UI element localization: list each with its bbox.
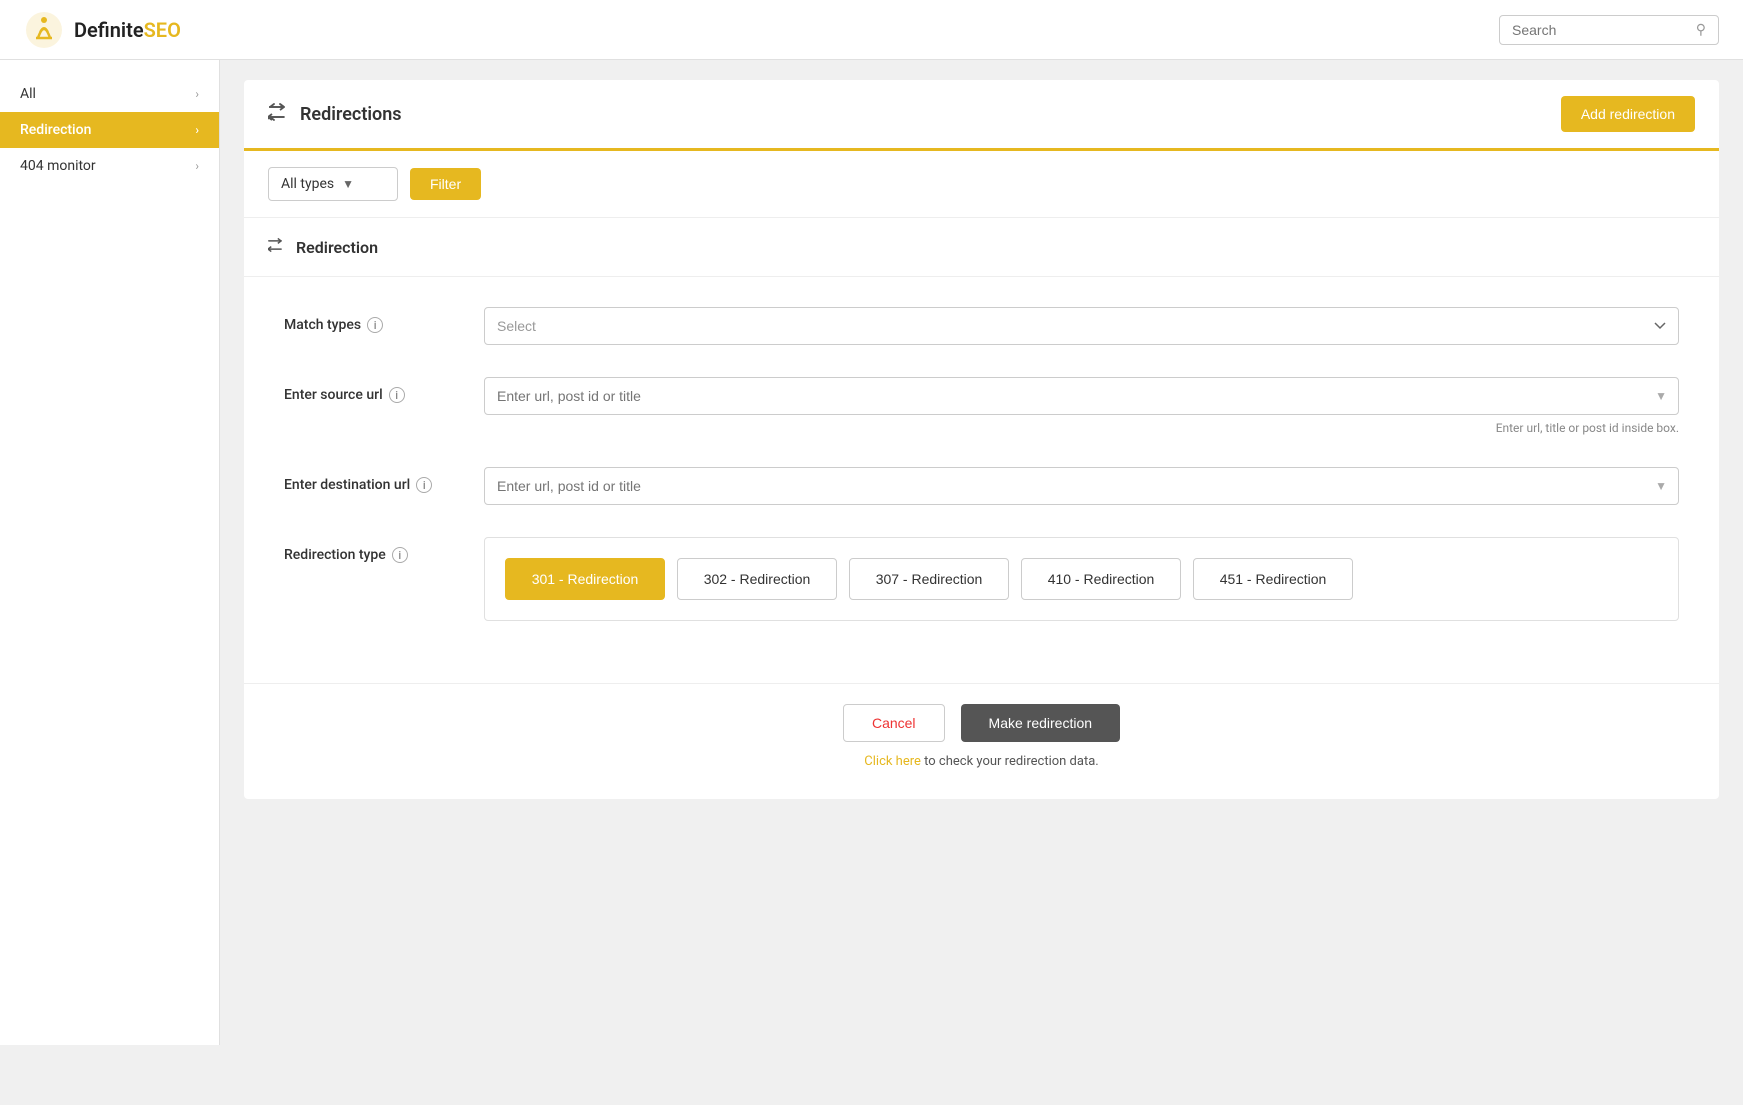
sidebar-item-404monitor[interactable]: 404 monitor › <box>0 148 219 184</box>
logo-area: DefiniteSEO <box>24 10 181 50</box>
redirection-type-info-icon[interactable]: i <box>392 547 408 563</box>
match-types-select[interactable]: Select <box>484 307 1679 345</box>
search-box[interactable]: ⚲ <box>1499 15 1719 45</box>
search-input[interactable] <box>1512 22 1690 38</box>
source-url-input-col: ▼ Enter url, title or post id inside box… <box>484 377 1679 435</box>
form-body: Match types i Select Enter source <box>244 277 1719 683</box>
match-types-label-col: Match types i <box>284 307 464 333</box>
redirections-icon <box>268 103 290 126</box>
redirect-type-302[interactable]: 302 - Redirection <box>677 558 837 600</box>
filter-bar: All types ▼ Filter <box>244 151 1719 218</box>
redirect-type-451[interactable]: 451 - Redirection <box>1193 558 1353 600</box>
cancel-button[interactable]: Cancel <box>843 704 945 742</box>
destination-url-label-col: Enter destination url i <box>284 467 464 493</box>
all-types-dropdown[interactable]: All types ▼ <box>268 167 398 201</box>
redirection-section-icon <box>268 236 286 258</box>
redirection-type-input-col: 301 - Redirection 302 - Redirection 307 … <box>484 537 1679 621</box>
redirect-types-group: 301 - Redirection 302 - Redirection 307 … <box>484 537 1679 621</box>
match-types-input-col: Select <box>484 307 1679 345</box>
source-url-info-icon[interactable]: i <box>389 387 405 403</box>
destination-url-input[interactable] <box>484 467 1679 505</box>
all-types-label: All types <box>281 176 334 192</box>
match-types-info-icon[interactable]: i <box>367 317 383 333</box>
action-row: Cancel Make redirection Click here to ch… <box>244 683 1719 799</box>
check-link-text: Click here to check your redirection dat… <box>864 754 1098 769</box>
redirect-type-307[interactable]: 307 - Redirection <box>849 558 1009 600</box>
destination-url-row: Enter destination url i ▼ <box>284 467 1679 505</box>
search-icon: ⚲ <box>1696 22 1706 38</box>
source-url-dropdown-arrow: ▼ <box>1655 389 1667 403</box>
form-section-header: Redirection <box>244 218 1719 277</box>
sidebar-item-all[interactable]: All › <box>0 76 219 112</box>
destination-url-info-icon[interactable]: i <box>416 477 432 493</box>
destination-url-dropdown-arrow: ▼ <box>1655 479 1667 493</box>
sidebar: All › Redirection › 404 monitor › <box>0 60 220 1045</box>
page-title-area: Redirections <box>268 103 402 126</box>
page-header: Redirections Add redirection <box>244 80 1719 151</box>
top-header: DefiniteSEO ⚲ <box>0 0 1743 60</box>
chevron-down-icon: ▼ <box>342 177 354 191</box>
action-buttons: Cancel Make redirection <box>843 704 1120 742</box>
make-redirection-button[interactable]: Make redirection <box>961 704 1121 742</box>
source-url-input[interactable] <box>484 377 1679 415</box>
logo-icon <box>24 10 64 50</box>
filter-button[interactable]: Filter <box>410 168 481 200</box>
form-card: All types ▼ Filter Redirection <box>244 151 1719 799</box>
main-content: Redirections Add redirection All types ▼… <box>220 60 1743 1045</box>
destination-url-label: Enter destination url i <box>284 477 464 493</box>
sidebar-item-label: Redirection <box>20 122 91 138</box>
sidebar-item-label: All <box>20 86 36 102</box>
redirect-type-410[interactable]: 410 - Redirection <box>1021 558 1181 600</box>
page-title: Redirections <box>300 104 402 125</box>
redirection-type-label: Redirection type i <box>284 547 464 563</box>
redirection-type-label-col: Redirection type i <box>284 537 464 563</box>
chevron-right-icon: › <box>195 159 199 173</box>
check-link-suffix: to check your redirection data. <box>924 754 1099 769</box>
sidebar-item-redirection[interactable]: Redirection › <box>0 112 219 148</box>
form-section-title: Redirection <box>296 238 378 257</box>
add-redirection-button[interactable]: Add redirection <box>1561 96 1695 132</box>
source-url-row: Enter source url i ▼ Enter url, title or… <box>284 377 1679 435</box>
destination-url-input-col: ▼ <box>484 467 1679 505</box>
sidebar-item-label: 404 monitor <box>20 158 96 174</box>
chevron-right-icon: › <box>195 123 199 137</box>
source-url-label: Enter source url i <box>284 387 464 403</box>
redirect-type-301[interactable]: 301 - Redirection <box>505 558 665 600</box>
source-url-label-col: Enter source url i <box>284 377 464 403</box>
source-url-hint: Enter url, title or post id inside box. <box>484 421 1679 435</box>
match-types-row: Match types i Select <box>284 307 1679 345</box>
brand-name: DefiniteSEO <box>74 18 181 42</box>
chevron-right-icon: › <box>195 87 199 101</box>
layout: All › Redirection › 404 monitor › <box>0 60 1743 1045</box>
click-here-link[interactable]: Click here <box>864 754 921 769</box>
match-types-label: Match types i <box>284 317 464 333</box>
redirection-type-row: Redirection type i 301 - Redirection 302… <box>284 537 1679 621</box>
